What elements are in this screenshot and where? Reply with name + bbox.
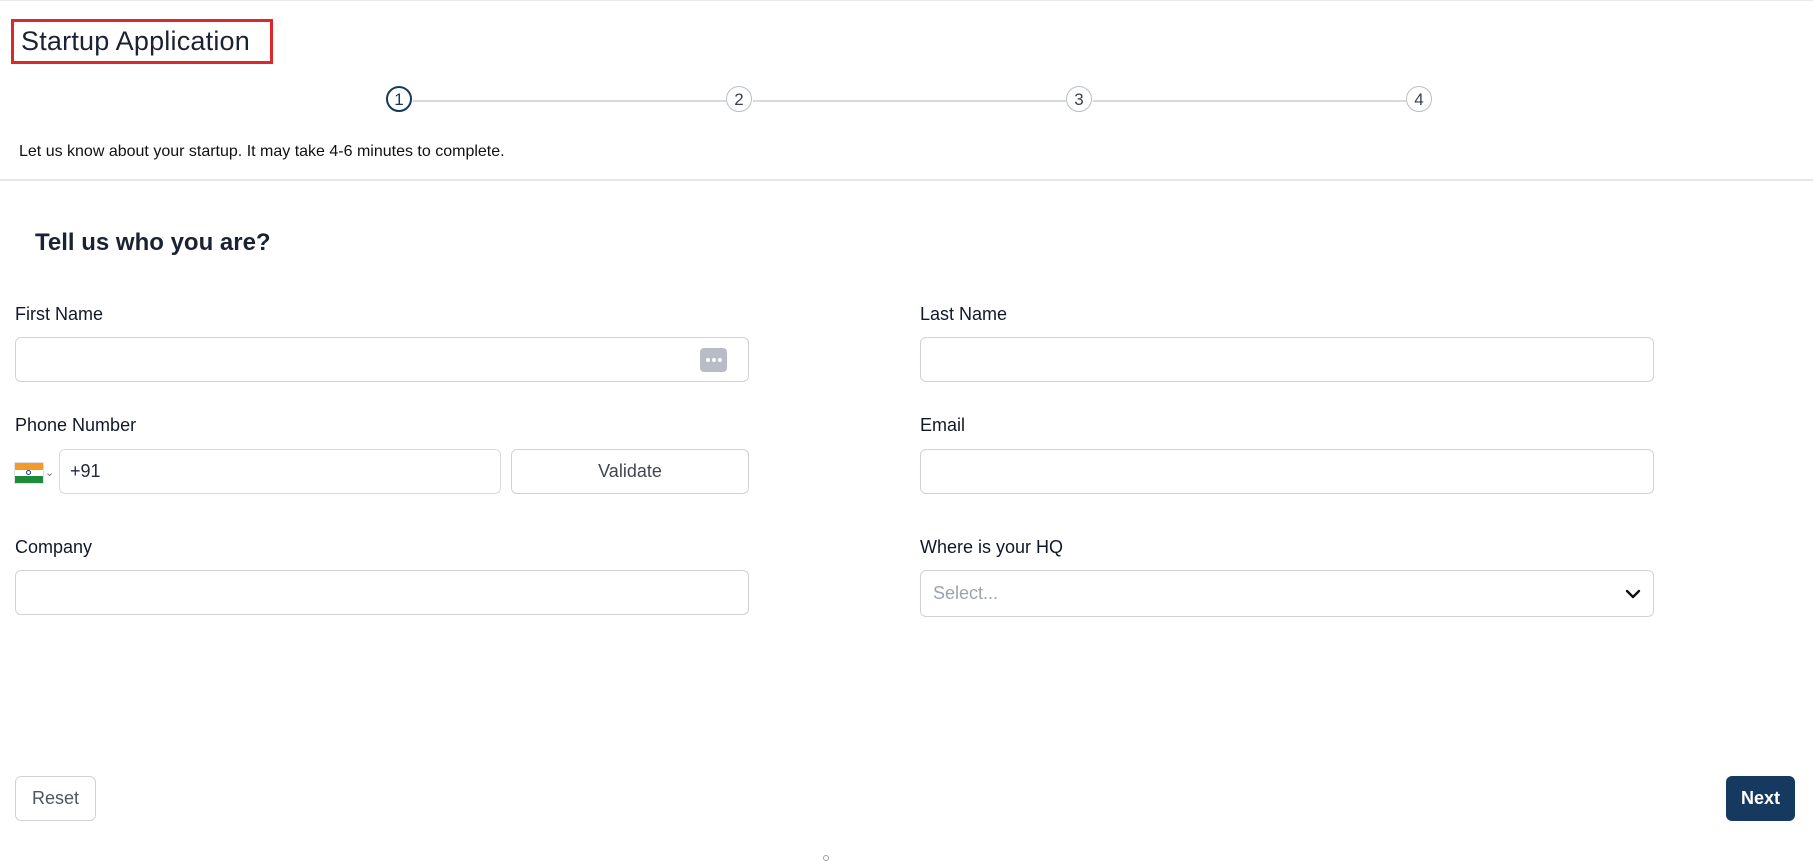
country-code: +91 [70, 461, 101, 481]
chevron-down-icon[interactable]: ⌄ [45, 466, 54, 479]
step-3-label: 3 [1074, 89, 1084, 109]
phone-number-input[interactable]: +91 [59, 449, 501, 494]
chevron-down-icon [1625, 589, 1641, 599]
company-input[interactable] [15, 570, 749, 615]
first-name-label: First Name [15, 304, 104, 324]
next-button[interactable]: Next [1726, 776, 1795, 821]
phone-number-label: Phone Number [15, 415, 137, 435]
hq-select-placeholder: Select... [933, 583, 999, 603]
intro-text: Let us know about your startup. It may t… [19, 143, 505, 160]
hq-label: Where is your HQ [920, 537, 1064, 557]
header-divider [0, 179, 1813, 181]
email-label: Email [920, 415, 966, 435]
last-name-label: Last Name [920, 304, 1008, 324]
progress-stepper: 1 2 3 4 [0, 86, 1813, 116]
step-connector-3 [1093, 100, 1406, 102]
email-input[interactable] [920, 449, 1654, 494]
step-2-label: 2 [734, 89, 744, 109]
last-name-input[interactable] [920, 337, 1654, 382]
step-2[interactable]: 2 [726, 86, 752, 112]
page-title-text: Startup Application [21, 26, 250, 56]
step-1[interactable]: 1 [386, 86, 412, 112]
step-1-label: 1 [394, 89, 404, 109]
top-border [0, 0, 1813, 1]
step-3[interactable]: 3 [1066, 86, 1092, 112]
page-title: Startup Application [11, 19, 273, 64]
company-label: Company [15, 537, 93, 557]
password-manager-icon[interactable] [700, 348, 727, 372]
step-4[interactable]: 4 [1406, 86, 1432, 112]
step-connector-2 [753, 100, 1066, 102]
hq-select[interactable]: Select... [920, 570, 1654, 617]
scroll-indicator [823, 855, 829, 861]
step-connector-1 [413, 100, 726, 102]
validate-button[interactable]: Validate [511, 449, 749, 494]
india-flag-icon[interactable] [14, 462, 44, 484]
reset-button[interactable]: Reset [15, 776, 96, 821]
first-name-input[interactable] [15, 337, 749, 382]
section-title: Tell us who you are? [35, 229, 271, 256]
step-4-label: 4 [1414, 89, 1424, 109]
